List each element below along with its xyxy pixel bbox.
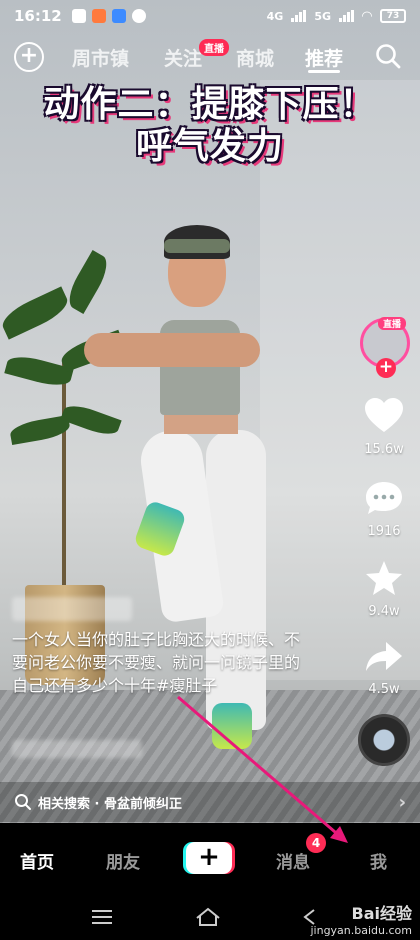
bottom-nav: 首页 朋友 + 消息 4 我 — [0, 823, 420, 897]
heart-icon — [365, 398, 403, 432]
comment-icon — [366, 482, 402, 514]
chevron-right-icon: › — [398, 791, 406, 813]
status-right: 4G 5G ◠ 73 — [267, 9, 406, 24]
dancer-figure — [84, 225, 300, 785]
notification-icon — [91, 9, 106, 23]
plant-leaf — [62, 250, 114, 314]
nav-friends[interactable]: 朋友 — [106, 848, 140, 873]
caption-line-1: 动作二：提膝下压！ — [43, 84, 377, 125]
tab-following[interactable]: 关注 — [164, 44, 202, 71]
share-count: 4.5w — [368, 682, 400, 697]
video-overlay-caption: 动作二：提膝下压！ 呼气发力 — [0, 84, 420, 168]
live-badge: 直播 — [199, 39, 229, 56]
watermark-line-1: Bai经验 — [351, 904, 412, 923]
create-button[interactable]: + — [186, 842, 232, 874]
signal-5g-label: 5G — [314, 9, 331, 23]
star-icon — [366, 561, 402, 595]
nav-messages[interactable]: 消息 — [276, 848, 310, 873]
tab-recommend[interactable]: 推荐 — [305, 44, 343, 71]
messages-badge: 4 — [306, 833, 326, 853]
favorite-button[interactable]: 9.4w — [356, 560, 412, 619]
related-search-label: 相关搜索 · 骨盆前倾纠正 — [38, 796, 182, 812]
top-nav: + 周市镇 关注 直播 商城 推荐 — [0, 36, 420, 80]
blurred-text — [12, 740, 142, 758]
creator-name-blurred[interactable] — [12, 597, 132, 621]
tab-active-indicator — [308, 70, 340, 73]
signal-4g-label: 4G — [266, 9, 284, 23]
home-icon[interactable] — [194, 907, 222, 927]
wifi-icon: ◠ — [362, 8, 372, 24]
video-description: 一个女人当你的肚子比胸还大的时候、不要问老公你要不要瘦、就问一问镜子里的自己还有… — [12, 630, 301, 695]
like-count: 15.6w — [364, 442, 404, 457]
comment-count: 1916 — [367, 524, 401, 539]
tab-mall[interactable]: 商城 — [236, 44, 274, 71]
signal-icon — [291, 10, 307, 22]
add-icon[interactable]: + — [14, 42, 44, 72]
search-icon — [15, 794, 31, 810]
search-icon[interactable] — [374, 42, 402, 70]
notification-icons — [71, 9, 146, 23]
plant-stem — [62, 360, 66, 590]
watermark: Bai经验 jingyan.baidu.com — [310, 900, 412, 937]
notification-icon — [71, 9, 86, 23]
plant-leaf — [60, 400, 122, 440]
follow-plus-button[interactable]: + — [376, 358, 396, 378]
caption-line-2: 呼气发力 — [135, 126, 284, 167]
related-search-bar[interactable]: 相关搜索 · 骨盆前倾纠正 › — [0, 782, 420, 822]
nav-home[interactable]: 首页 — [20, 848, 54, 873]
menu-icon[interactable] — [90, 907, 114, 927]
avatar-live-badge: 直播 — [377, 317, 406, 330]
notification-icon — [111, 9, 126, 23]
tab-local[interactable]: 周市镇 — [72, 44, 129, 71]
share-icon — [366, 642, 402, 671]
like-button[interactable]: 15.6w — [356, 398, 412, 457]
status-time: 16:12 — [14, 7, 62, 25]
watermark-line-2: jingyan.baidu.com — [310, 924, 412, 937]
notification-icon — [131, 9, 146, 23]
battery-icon: 73 — [380, 9, 406, 23]
plant-leaf — [0, 286, 73, 340]
favorite-count: 9.4w — [368, 604, 400, 619]
comment-button[interactable]: 1916 — [356, 480, 412, 539]
nav-me[interactable]: 我 — [370, 848, 387, 873]
share-button[interactable]: 4.5w — [356, 640, 412, 697]
status-bar: 16:12 4G 5G ◠ 73 — [0, 0, 420, 32]
signal-icon — [339, 10, 354, 22]
music-disc-icon[interactable] — [358, 714, 410, 766]
